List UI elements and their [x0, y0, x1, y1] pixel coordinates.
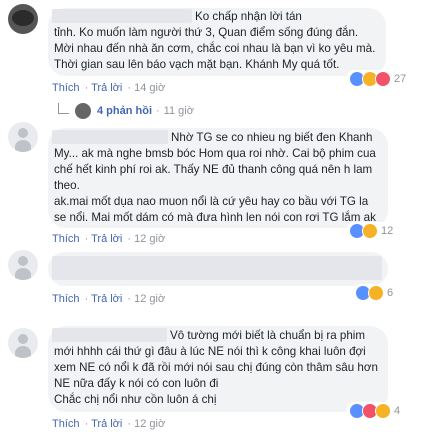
love-reaction-icon	[375, 71, 391, 87]
timestamp[interactable]: 12 giờ	[134, 233, 165, 245]
redacted-author	[52, 130, 168, 144]
haha-reaction-icon	[362, 223, 378, 239]
timestamp[interactable]: 14 giờ	[134, 82, 165, 94]
reaction-count: 6	[387, 287, 394, 299]
comment-text-line: My... ak mà nghe bmsb bóc Hom qua roi nh…	[54, 147, 376, 160]
like-link[interactable]: Thích	[52, 293, 80, 305]
reply-link[interactable]: Trả lời	[91, 82, 122, 94]
reaction-count: 4	[394, 405, 401, 417]
comment-text-line: Nhờ TG se co nhieu ng biết đen Khanh	[171, 131, 373, 144]
comment-text-line: NE nữa đấy k nói có con luôn đi	[54, 377, 219, 390]
haha-reaction-icon	[375, 403, 391, 419]
reaction-summary[interactable]: 4	[346, 402, 404, 420]
like-link[interactable]: Thích	[52, 418, 80, 430]
like-link[interactable]: Thích	[52, 82, 80, 94]
comment-3: 6 Thích · Trả lời · 12 giờ	[0, 246, 423, 316]
comment-actions: Thích · Trả lời · 12 giờ	[52, 418, 166, 430]
comment-4: Vô tường mới biết là chuẩn bị ra phim mớ…	[0, 322, 423, 438]
comment-actions: Thích · Trả lời · 14 giờ	[52, 82, 166, 94]
reply-link[interactable]: Trả lời	[91, 293, 122, 305]
reply-avatar	[75, 103, 91, 119]
comment-text-line: xem NE có nổi k đã rồi mới nói sau chị đ…	[54, 361, 378, 374]
reaction-summary[interactable]: 12	[346, 222, 397, 240]
comment-text-line: chế hết kinh phí roi ak. Thấy NE đủ than…	[54, 163, 373, 176]
reaction-count: 12	[381, 225, 394, 237]
timestamp[interactable]: 12 giờ	[134, 418, 165, 430]
comment-actions: Thích · Trả lời · 12 giờ	[52, 233, 166, 245]
reply-arrow-icon	[58, 102, 69, 114]
comment-text-line: theo.	[54, 179, 80, 192]
haha-reaction-icon	[368, 285, 384, 301]
comment-text-line: Vô tường mới biết là chuẩn bị ra phim	[170, 329, 366, 342]
reaction-count: 27	[394, 73, 407, 85]
redacted-content	[52, 256, 382, 280]
reaction-summary[interactable]: 6	[352, 284, 397, 302]
redacted-author	[52, 9, 192, 23]
avatar[interactable]	[8, 4, 38, 34]
redacted-author	[52, 328, 167, 342]
comment-text-line: se nổi. Mai mốt dám có mà đưa hình len n…	[54, 211, 376, 224]
avatar[interactable]	[8, 122, 38, 152]
comment-text-line: Chắc chị nổi như cồn luôn á chị	[54, 393, 217, 406]
replies-count[interactable]: 4 phản hồi	[97, 105, 152, 117]
comment-2: Nhờ TG se co nhieu ng biết đen Khanh My.…	[0, 118, 423, 245]
avatar[interactable]	[8, 328, 38, 358]
comment-text-line: tỉnh. Ko muốn làm người thứ 3, Quan điểm…	[54, 26, 359, 39]
replies-timestamp: 11 giờ	[163, 105, 194, 117]
comment-text-line: mới hhhh cái thứ gì đâu à lúc NE nói thì…	[54, 345, 366, 358]
comment-text-line: Ko chấp nhận lời tán	[195, 10, 302, 23]
reaction-summary[interactable]: 27	[346, 70, 410, 88]
comment-text-line: Mời nhau đến nhà ăn cơm, chắc coi nhau l…	[54, 42, 376, 55]
avatar[interactable]	[8, 250, 38, 280]
comment-text-line: Thời gian sau lên báo vạch mặt bạn. Khán…	[54, 58, 340, 71]
like-link[interactable]: Thích	[52, 233, 80, 245]
timestamp[interactable]: 12 giờ	[134, 293, 165, 305]
reply-link[interactable]: Trả lời	[91, 418, 122, 430]
view-replies[interactable]: 4 phản hồi · 11 giờ	[58, 102, 194, 119]
comment-actions: Thích · Trả lời · 12 giờ	[52, 293, 166, 305]
reply-link[interactable]: Trả lời	[91, 233, 122, 245]
comment-text-line: ak.mai mốt dụa nao muon nổi là cứ yêu ha…	[54, 195, 369, 208]
